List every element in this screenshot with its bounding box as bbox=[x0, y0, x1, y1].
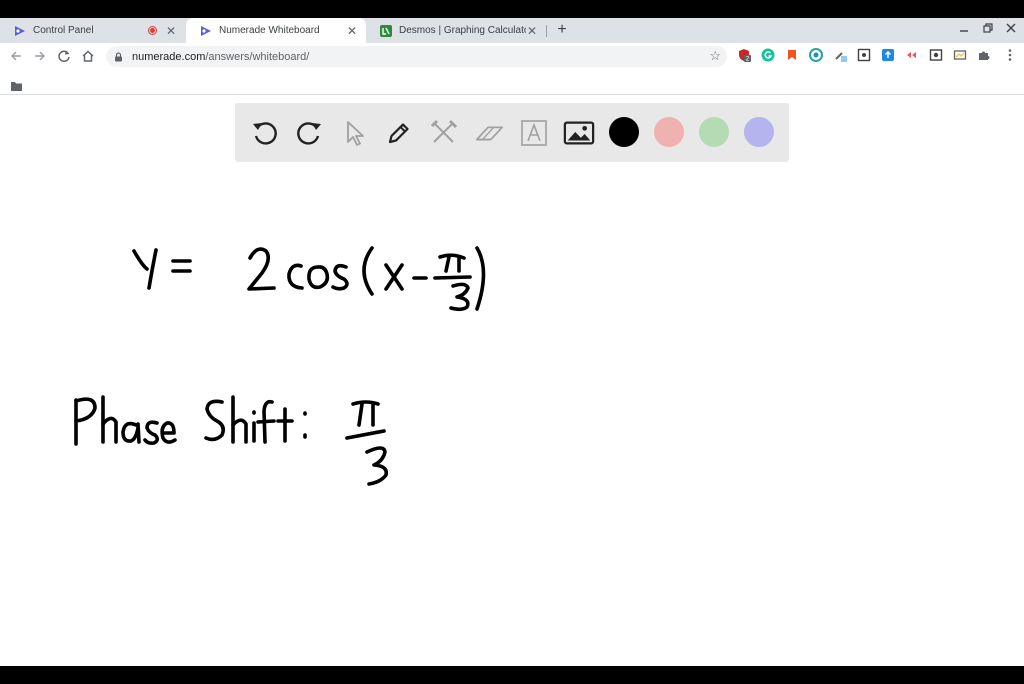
bookmark-folder-icon[interactable] bbox=[11, 78, 22, 91]
handwritten-equation bbox=[132, 246, 486, 312]
desmos-favicon bbox=[380, 24, 392, 37]
minimize-icon[interactable] bbox=[956, 22, 972, 38]
tab-title: Desmos | Graphing Calculator bbox=[399, 25, 526, 36]
recording-indicator-icon bbox=[148, 26, 157, 35]
menu-kebab-icon[interactable] bbox=[1003, 48, 1017, 62]
whiteboard-canvas[interactable] bbox=[0, 95, 1024, 666]
tab-control-panel[interactable]: Control Panel ✕ bbox=[0, 18, 185, 43]
tab-numerade-whiteboard[interactable]: Numerade Whiteboard ✕ bbox=[186, 18, 366, 43]
lock-icon bbox=[114, 51, 124, 62]
browser-window: Control Panel ✕ Numerade Whiteboard ✕ De… bbox=[0, 18, 1024, 666]
tab-title: Control Panel bbox=[33, 25, 94, 36]
extension-badge-count: 2 bbox=[746, 56, 750, 62]
tab-strip: Control Panel ✕ Numerade Whiteboard ✕ De… bbox=[0, 18, 1024, 43]
tab-title: Numerade Whiteboard bbox=[219, 25, 320, 36]
tab-capture-extension-icon[interactable] bbox=[953, 48, 967, 62]
link-extension-icon[interactable] bbox=[905, 48, 919, 62]
grammarly-icon[interactable] bbox=[761, 48, 775, 62]
screen: Control Panel ✕ Numerade Whiteboard ✕ De… bbox=[0, 0, 1024, 684]
bookmarks-bar bbox=[0, 70, 1024, 95]
handwritten-phase-shift bbox=[74, 395, 389, 486]
close-tab-icon[interactable]: ✕ bbox=[165, 24, 177, 38]
upload-extension-icon[interactable] bbox=[881, 48, 895, 62]
handwriting-layer bbox=[74, 246, 486, 486]
shield-extension-icon[interactable]: 2 bbox=[737, 48, 751, 62]
address-bar[interactable]: numerade.com/answers/whiteboard/ ☆ bbox=[106, 46, 727, 67]
new-tab-button[interactable]: + bbox=[553, 21, 571, 39]
screenshot-extension-icon[interactable] bbox=[857, 48, 871, 62]
numerade-favicon bbox=[200, 25, 212, 37]
tab-separator bbox=[546, 25, 547, 37]
forward-icon[interactable] bbox=[31, 47, 49, 65]
close-tab-icon[interactable]: ✕ bbox=[346, 24, 358, 38]
reload-icon[interactable] bbox=[55, 47, 73, 65]
bookmark-extension-icon[interactable] bbox=[785, 48, 799, 62]
camera-extension-icon[interactable] bbox=[929, 48, 943, 62]
color-picker-extension-icon[interactable] bbox=[809, 48, 823, 62]
back-icon[interactable] bbox=[7, 47, 25, 65]
numerade-favicon bbox=[14, 25, 26, 37]
close-tab-icon[interactable]: ✕ bbox=[526, 24, 538, 38]
bookmark-star-icon[interactable]: ☆ bbox=[709, 48, 721, 64]
eyedropper-extension-icon[interactable] bbox=[833, 48, 847, 62]
tab-desmos[interactable]: Desmos | Graphing Calculator ✕ bbox=[366, 18, 546, 43]
url-host: numerade.com bbox=[132, 50, 206, 63]
url-path: /answers/whiteboard/ bbox=[205, 50, 310, 63]
restore-icon[interactable] bbox=[980, 22, 996, 38]
close-window-icon[interactable] bbox=[1003, 22, 1019, 38]
browser-toolbar: numerade.com/answers/whiteboard/ ☆ 2 bbox=[0, 43, 1024, 70]
home-icon[interactable] bbox=[79, 47, 97, 65]
puzzle-extensions-icon[interactable] bbox=[977, 48, 991, 62]
